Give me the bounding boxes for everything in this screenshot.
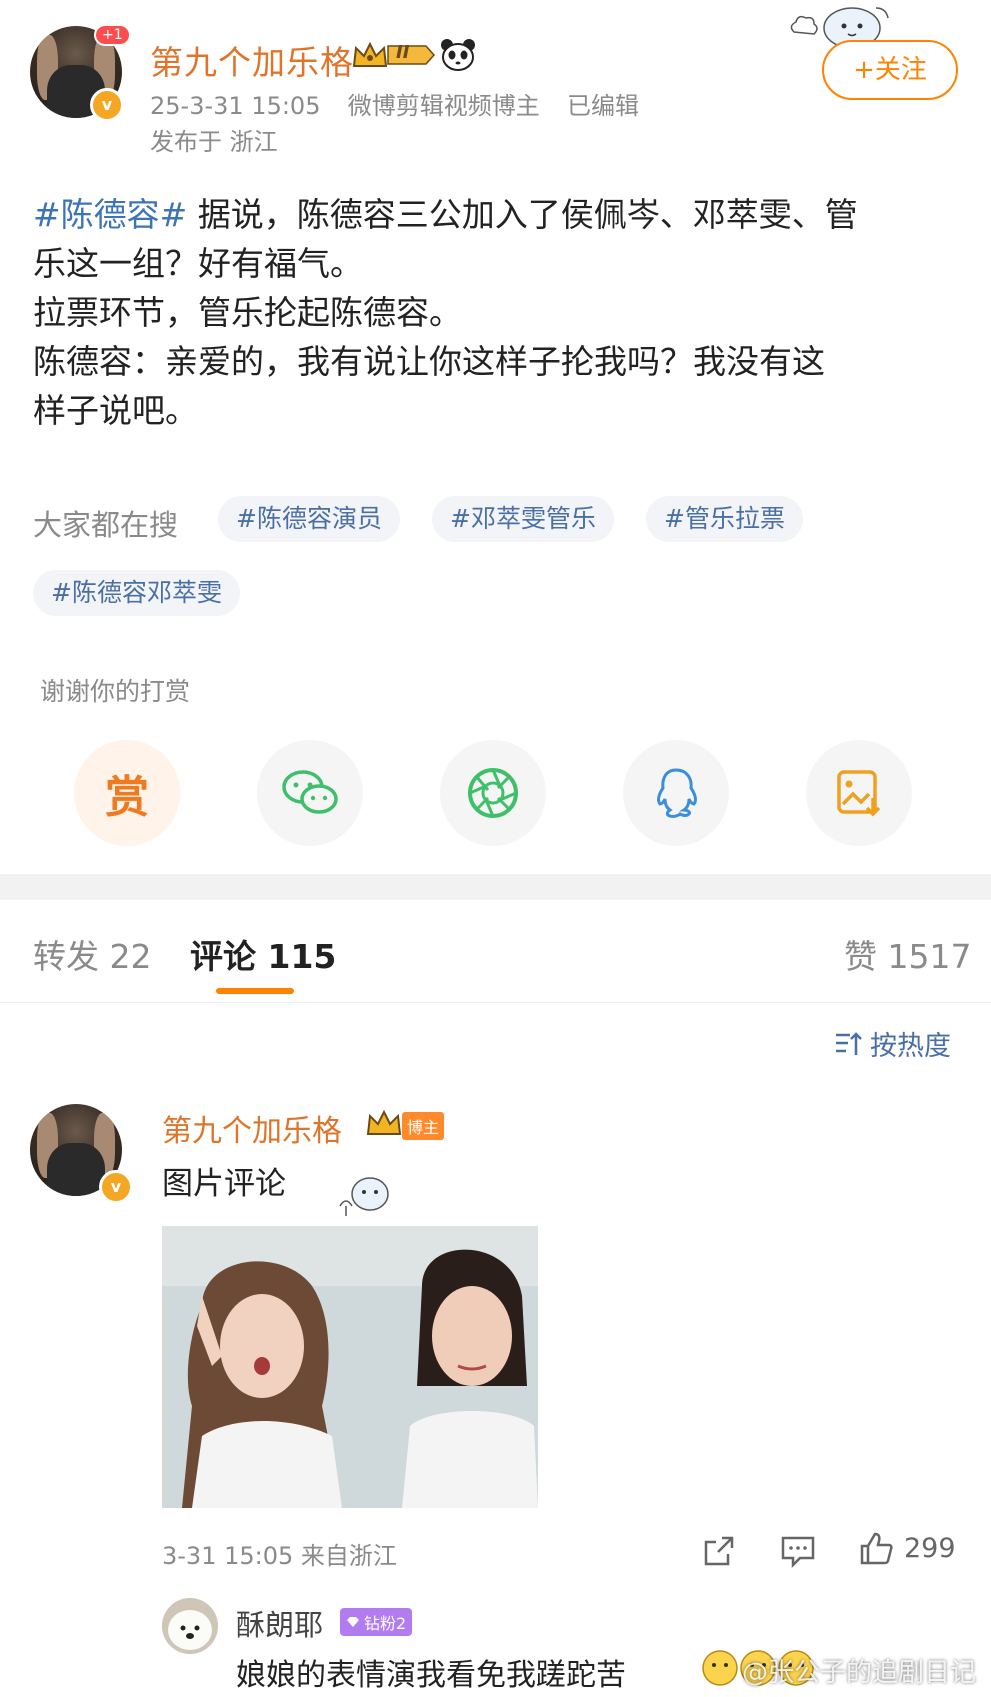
share-wechat-button[interactable]: [257, 740, 363, 846]
panda-icon: [440, 38, 476, 76]
author-name[interactable]: 第九个加乐格: [150, 36, 354, 84]
post-meta: 25-3-31 15:05 微博剪辑视频博主 已编辑: [150, 86, 639, 121]
sort-icon: [836, 1031, 862, 1055]
like-comment-button[interactable]: 299: [858, 1530, 956, 1566]
post-line-4: 陈德容：亲爱的，我有说让你这样子抡我吗？我没有这: [33, 342, 825, 381]
moments-icon: [468, 768, 518, 818]
trending-search-label: 大家都在搜: [33, 508, 179, 542]
tab-repost[interactable]: 转发 22: [33, 930, 151, 978]
search-tag[interactable]: #陈德容演员: [218, 496, 400, 542]
tab-comments[interactable]: 评论 115: [190, 930, 336, 978]
post-line-1: #陈德容# 据说，陈德容三公加入了侯佩岑、邓萃雯、管: [33, 195, 858, 234]
comment-like-count: 299: [904, 1532, 956, 1564]
share-qq-button[interactable]: [623, 740, 729, 846]
thumbs-up-icon: [860, 1532, 893, 1565]
commenter-name[interactable]: 第九个加乐格: [162, 1106, 342, 1150]
post-line-2: 乐这一组？好有福气。: [33, 244, 363, 283]
qq-icon: [657, 768, 697, 818]
post-location: 发布于 浙江: [150, 128, 278, 156]
author-title: 微博剪辑视频博主: [347, 92, 540, 120]
post-hashtag[interactable]: #陈德容#: [33, 195, 187, 234]
share-moments-button[interactable]: [440, 740, 546, 846]
watermark: @张公子的追剧日记: [742, 1658, 977, 1688]
section-divider: [0, 874, 991, 900]
reward-button[interactable]: 赏: [74, 740, 180, 846]
edited-label: 已编辑: [567, 92, 640, 120]
reward-icon: 赏: [105, 772, 149, 823]
blogger-tag: 博主: [402, 1112, 445, 1140]
follow-button[interactable]: +关注: [822, 40, 958, 100]
verified-icon: v: [99, 1170, 133, 1204]
search-tag[interactable]: #管乐拉票: [646, 496, 803, 542]
sort-by-hot-button[interactable]: 按热度: [834, 1024, 951, 1063]
post-line-5: 样子说吧。: [33, 391, 198, 430]
comment-image[interactable]: [162, 1226, 538, 1508]
sticker-decoration-icon: [326, 1170, 400, 1226]
active-tab-indicator: [216, 988, 294, 994]
save-image-button[interactable]: [806, 740, 912, 846]
comment-time: 3-31 15:05 来自浙江: [162, 1542, 397, 1570]
diamond-icon: [347, 1617, 359, 1627]
level-badge-text: II: [396, 42, 410, 63]
sort-label: 按热度: [870, 1031, 951, 1062]
comment-text: 图片评论: [162, 1166, 286, 1202]
member-crown-icon: [352, 40, 436, 70]
repost-comment-icon[interactable]: [702, 1534, 736, 1572]
thanks-label: 谢谢你的打赏: [40, 677, 191, 706]
wechat-icon: [282, 770, 338, 814]
reply-comment-icon[interactable]: [780, 1534, 816, 1572]
reply-avatar[interactable]: [162, 1598, 218, 1654]
fan-level-tag: 钻粉2: [340, 1608, 413, 1636]
tabs-divider: [0, 1002, 991, 1003]
post-line-3: 拉票环节，管乐抡起陈德容。: [33, 293, 462, 332]
tab-likes[interactable]: 赞 1517: [844, 930, 971, 978]
post-date: 25-3-31 15:05: [150, 92, 321, 120]
verified-icon: v: [90, 88, 124, 122]
reply-text: 娘娘的表情演我看免我蹉跎苦: [236, 1658, 626, 1693]
search-tag[interactable]: #陈德容邓萃雯: [33, 570, 240, 616]
notification-badge: +1: [94, 24, 131, 46]
reply-author[interactable]: 酥朗耶: [236, 1602, 323, 1644]
save-image-icon: [837, 770, 881, 817]
post-body: #陈德容# 据说，陈德容三公加入了侯佩岑、邓萃雯、管 乐这一组？好有福气。 拉票…: [33, 190, 963, 435]
crown-icon: [366, 1108, 406, 1142]
search-tag[interactable]: #邓萃雯管乐: [432, 496, 614, 542]
